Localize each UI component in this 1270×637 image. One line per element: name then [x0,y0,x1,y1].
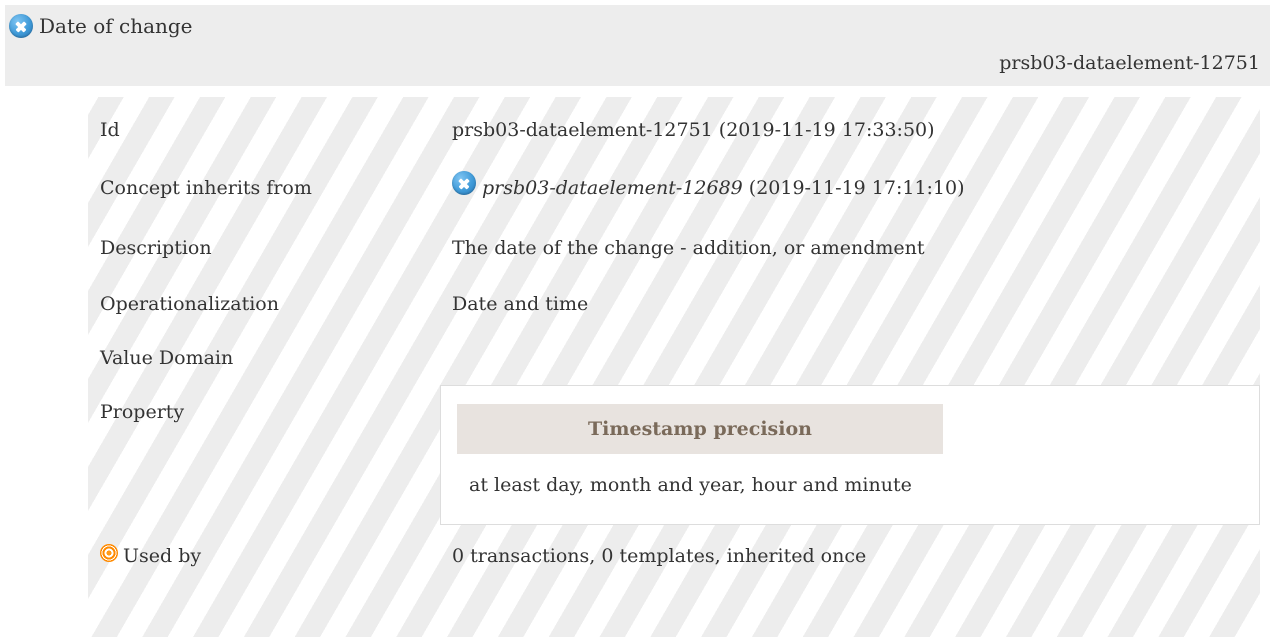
detail-value-id: prsb03-dataelement-12751 (2019-11-19 17:… [452,119,935,141]
concept-header: Date of change prsb03-dataelement-12751 [5,5,1270,86]
concept-details-panel: Id prsb03-dataelement-12751 (2019-11-19 … [88,97,1260,637]
detail-label-inherits: Concept inherits from [100,177,312,199]
concept-id: prsb03-dataelement-12751 [999,52,1260,74]
detail-value-operationalization: Date and time [452,293,589,315]
property-value: at least day, month and year, hour and m… [469,474,912,496]
close-circle-icon[interactable] [9,14,33,38]
property-name: Timestamp precision [457,404,943,454]
detail-value-description: The date of the change - addition, or am… [452,237,925,259]
inherits-timestamp: (2019-11-19 17:11:10) [748,177,965,199]
detail-label-id: Id [100,119,120,141]
detail-value-inherits: prsb03-dataelement-12689 (2019-11-19 17:… [452,171,965,199]
detail-label-description: Description [100,237,212,259]
target-icon [100,544,118,562]
inherits-link[interactable]: prsb03-dataelement-12689 [482,177,743,199]
detail-label-value-domain: Value Domain [100,347,234,369]
used-by-label-text: Used by [123,545,202,567]
concept-title-text: Date of change [39,14,193,38]
detail-value-used-by: 0 transactions, 0 templates, inherited o… [452,545,867,567]
detail-label-used-by[interactable]: Used by [100,544,202,567]
detail-label-operationalization: Operationalization [100,293,279,315]
property-box: Timestamp precision at least day, month … [440,385,1260,525]
concept-title[interactable]: Date of change [9,14,193,38]
close-circle-icon[interactable] [452,171,476,195]
detail-label-property: Property [100,401,185,423]
